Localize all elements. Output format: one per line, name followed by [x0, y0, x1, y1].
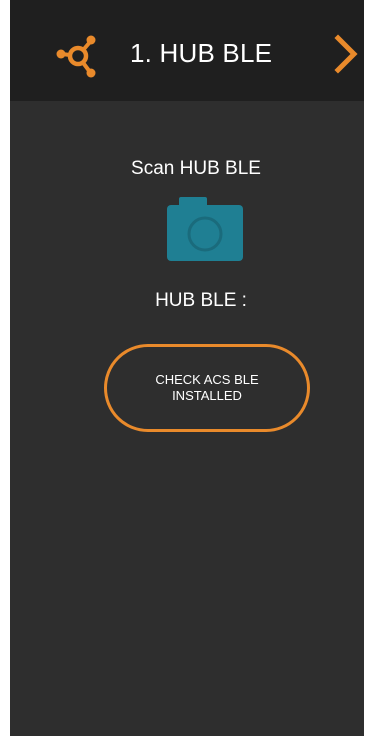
hub-nodes-icon — [56, 35, 96, 78]
scan-hub-label: Scan HUB BLE — [131, 158, 261, 179]
chevron-right-icon[interactable] — [332, 32, 360, 76]
page-title: 1. HUB BLE — [130, 38, 273, 68]
app-screen: 1. HUB BLE Scan HUB BLE HUB BLE : CHECK … — [10, 0, 364, 736]
hub-ble-value-label: HUB BLE : — [155, 290, 247, 311]
app-header: 1. HUB BLE — [10, 0, 364, 101]
check-acs-ble-button[interactable]: CHECK ACS BLE INSTALLED — [104, 344, 310, 432]
camera-icon[interactable] — [165, 195, 245, 263]
